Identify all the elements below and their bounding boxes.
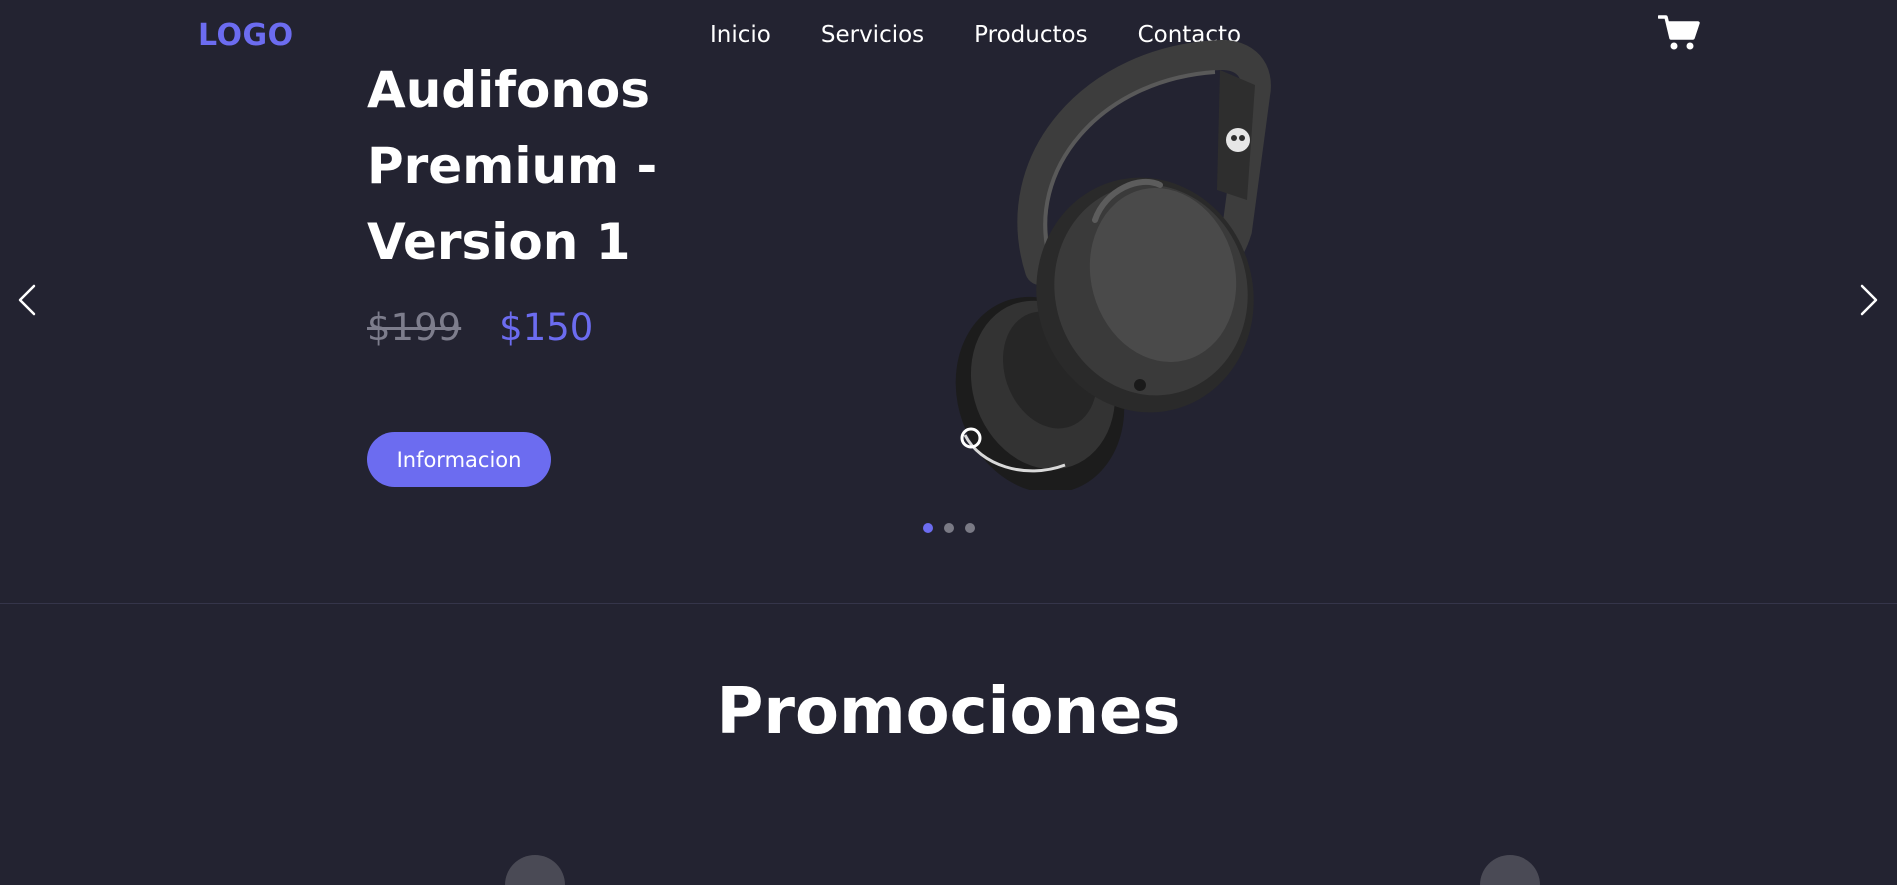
nav-link-servicios[interactable]: Servicios [821, 22, 924, 48]
promociones-heading: Promociones [716, 675, 1181, 749]
logo[interactable]: LOGO [198, 18, 294, 53]
carousel-prev-arrow-icon[interactable] [16, 282, 40, 318]
carousel-dot-3[interactable] [965, 523, 975, 533]
carousel-dot-1[interactable] [923, 523, 933, 533]
product-card-image-partial [1480, 855, 1540, 885]
informacion-button[interactable]: Informacion [367, 432, 551, 487]
new-price: $150 [499, 306, 594, 349]
shopping-cart-icon[interactable] [1657, 14, 1700, 52]
carousel-next-arrow-icon[interactable] [1856, 282, 1880, 318]
product-card-image-partial [505, 855, 565, 885]
carousel-dots [923, 523, 975, 533]
old-price: $199 [367, 306, 462, 349]
carousel-dot-2[interactable] [944, 523, 954, 533]
section-divider [0, 603, 1897, 604]
hero-title: Audifonos Premium - Version 1 [367, 61, 658, 271]
price-row: $199 $150 [367, 306, 593, 349]
headphones-image [925, 40, 1325, 494]
hero-text-block: Audifonos Premium - Version 1 [367, 52, 887, 280]
nav-link-inicio[interactable]: Inicio [710, 22, 771, 48]
